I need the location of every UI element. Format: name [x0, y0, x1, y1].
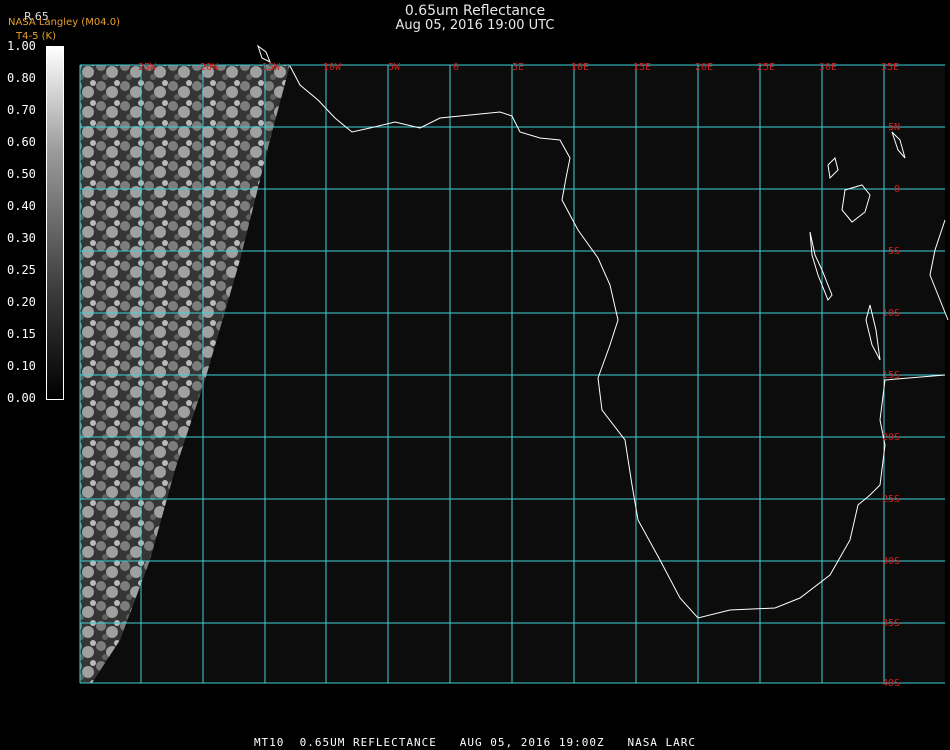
- longitude-label: 15E: [633, 62, 651, 73]
- latitude-label: 0: [894, 184, 900, 195]
- longitude-label: 30E: [819, 62, 837, 73]
- latitude-label: 40S: [882, 678, 900, 689]
- island-fragment: [257, 44, 271, 64]
- latitude-label: 15S: [882, 370, 900, 381]
- footer-caption: MT10 0.65UM REFLECTANCE AUG 05, 2016 19:…: [253, 736, 697, 749]
- latitude-label: 10S: [882, 308, 900, 319]
- latitude-label: 20S: [882, 432, 900, 443]
- longitude-label: 25W: [138, 62, 157, 73]
- longitude-label: 5W: [388, 62, 401, 73]
- longitude-label: 35E: [881, 62, 899, 73]
- map-canvas: 25W 20W 15W 10W 5W 0 5E 10E 15E 20E 25E 30E 35E 5N 0 5…: [79, 44, 949, 689]
- latitude-label: 35S: [882, 618, 900, 629]
- longitude-label: 10W: [323, 62, 342, 73]
- latitude-label: 25S: [882, 494, 900, 505]
- longitude-label: 10E: [571, 62, 589, 73]
- longitude-label: 20W: [200, 62, 219, 73]
- longitude-label: 20E: [695, 62, 713, 73]
- latitude-label: 30S: [882, 556, 900, 567]
- latitude-label: 5N: [888, 122, 900, 133]
- latitude-label: 5S: [888, 246, 900, 257]
- longitude-label: 5E: [512, 62, 524, 73]
- longitude-label: 0: [453, 62, 459, 73]
- longitude-label: 25E: [757, 62, 775, 73]
- longitude-label: 15W: [262, 62, 281, 73]
